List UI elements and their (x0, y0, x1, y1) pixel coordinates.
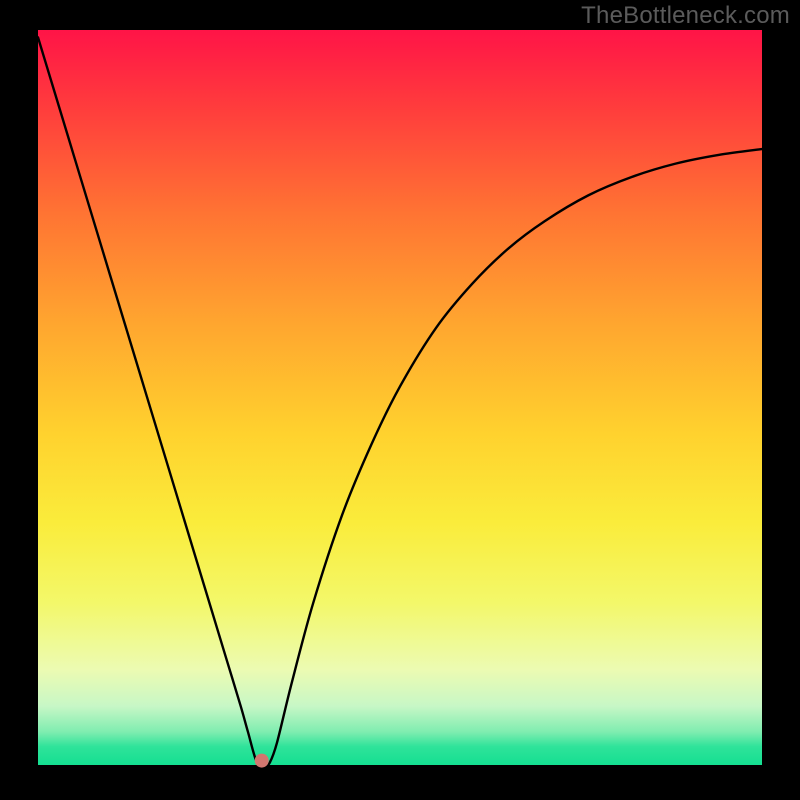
bottleneck-chart (0, 0, 800, 800)
chart-frame: TheBottleneck.com (0, 0, 800, 800)
minimum-marker (255, 754, 269, 768)
watermark-text: TheBottleneck.com (581, 2, 790, 30)
